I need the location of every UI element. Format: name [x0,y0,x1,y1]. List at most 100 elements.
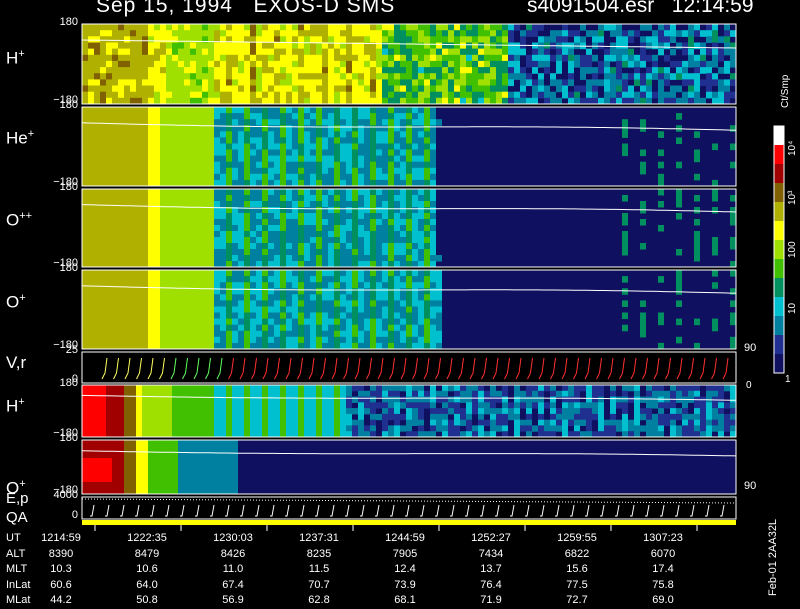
spectrogram-cell [628,420,634,426]
spectrogram-cell [694,131,700,138]
panel-label: O++ [6,210,32,231]
spectrogram-cell [172,420,178,426]
spectrogram-cell [694,414,700,420]
spectrogram-cell [286,408,292,414]
spectrogram-cell [292,131,298,138]
spectrogram-cell [196,425,202,431]
spectrogram-cell [418,49,424,56]
spectrogram-cell [136,319,142,326]
spectrogram-cell [706,408,712,414]
spectrogram-cell [418,168,424,175]
spectrogram-cell [106,156,112,163]
spectrogram-cell [262,24,268,31]
spectrogram-cell [334,300,340,307]
spectrogram-cell [226,408,232,414]
spectrogram-cell [490,408,496,414]
spectrogram-cell [382,174,388,181]
spectrogram-cell [196,174,202,181]
spectrogram-cell [634,30,640,37]
spectrogram-cell [718,67,724,74]
spectrogram-cell [394,144,400,151]
spectrogram-cell [88,86,94,93]
spectrogram-cell [622,195,628,202]
spectrogram-cell [190,113,196,120]
spectrogram-cell [316,36,322,43]
spectrogram-cell [184,24,190,31]
spectrogram-cell [142,113,148,120]
spectrogram-cell [370,282,376,289]
spectrogram-cell [328,113,334,120]
spectrogram-cell [292,385,298,391]
spectrogram-cell [160,397,166,403]
spectrogram-cell [436,30,442,37]
spectrogram-cell [364,325,370,332]
panel-label: He+ [6,128,34,149]
spectrogram-cell [622,92,628,99]
spectrogram-cell [232,385,238,391]
spectrogram-cell [160,391,166,397]
spectrogram-cell [502,67,508,74]
spectrogram-cell [292,255,298,262]
spectrogram-cell [184,414,190,420]
spectrogram-cell [124,150,130,157]
spectrogram-cell [388,113,394,120]
y-tick-top: 180 [38,99,78,111]
spectrogram-cell [334,150,340,157]
spectrogram-cell [280,391,286,397]
spectrogram-cell [106,86,112,93]
spectrogram-cell [250,420,256,426]
spectrogram-cell [286,337,292,344]
spectrogram-cell [136,385,142,391]
spectrogram-cell [484,397,490,403]
spectrogram-cell [136,237,142,244]
spectrogram-cell [136,276,142,283]
spectrogram-cell [388,156,394,163]
spectrogram-cell [136,213,142,220]
spectrogram-cell [262,119,268,126]
spectrogram-cell [604,79,610,86]
spectrogram-cell [412,294,418,301]
spectrogram-cell [88,397,94,403]
spectrogram-cell [484,402,490,408]
spectrogram-cell [178,482,184,489]
spectrogram-cell [118,201,124,208]
spectrogram-cell [538,55,544,62]
colorbar-swatch [774,221,784,241]
spectrogram-cell [94,231,100,238]
spectrogram-cell [346,319,352,326]
spectrogram-cell [220,30,226,37]
spectrogram-cell [424,276,430,283]
spectrogram-cell [166,24,172,31]
spectrogram-cell [214,337,220,344]
spectrogram-cell [286,425,292,431]
spectrogram-cell [508,55,514,62]
spectrogram-cell [418,420,424,426]
spectrogram-cell [250,30,256,37]
spectrogram-cell [640,24,646,31]
spectrogram-cell [466,420,472,426]
spectrogram-cell [136,243,142,250]
spectrogram-cell [148,452,154,459]
spectrogram-cell [322,131,328,138]
spectrogram-cell [418,131,424,138]
spectrogram-cell [214,107,220,114]
spectrogram-cell [658,162,664,169]
spectrogram-cell [310,119,316,126]
spectrogram-cell [316,231,322,238]
spectrogram-cell [82,73,88,80]
spectrogram-cell [658,49,664,56]
spectrogram-cell [148,174,154,181]
spectrogram-cell [412,307,418,314]
spectrogram-cell [286,391,292,397]
spectrogram-cell [226,300,232,307]
spectrogram-cell [220,131,226,138]
spectrogram-cell [574,397,580,403]
spectrogram-cell [640,243,646,250]
spectrogram-cell [166,319,172,326]
spectrogram-cell [232,98,238,105]
spectrogram-cell [172,86,178,93]
spectrogram-cell [106,440,112,447]
spectrogram-cell [370,225,376,232]
spectrogram-cell [310,201,316,208]
spectrogram-cell [298,201,304,208]
